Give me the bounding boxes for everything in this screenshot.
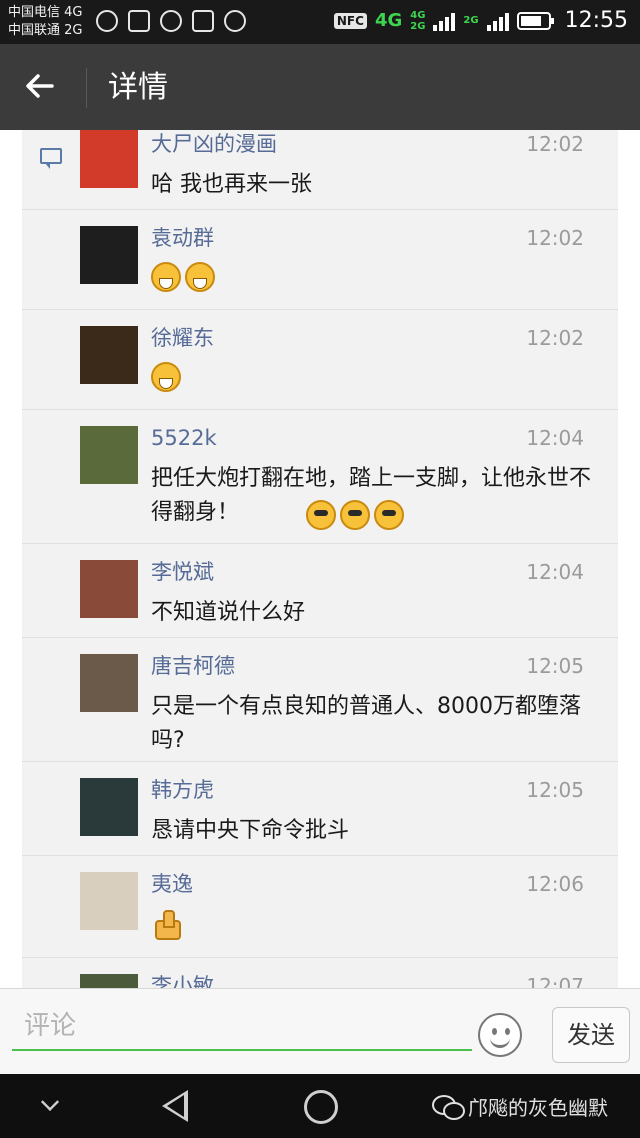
comment-text: 哈 我也再来一张 [151,172,312,197]
chevron-down-icon[interactable] [40,1092,60,1112]
comment-row[interactable]: 夷逸 12:06 [22,856,618,958]
battery-icon [516,11,554,30]
shield-icon [160,10,182,32]
status-bar: 中国电信 4G 中国联通 2G NFC 4G 4G 2G 2G 12:55 [0,0,640,44]
system-status: NFC 4G 4G 2G 2G 12:55 [333,8,628,33]
nav-back-icon[interactable] [162,1090,188,1122]
comment-text: 恳请中央下命令批斗 [151,818,350,843]
title-divider [86,68,87,108]
keyboard-icon [192,10,214,32]
comment-author[interactable]: 5522k [151,424,217,452]
navigation-bar: 邝飚的灰色幽默 [0,1074,640,1138]
avatar[interactable] [80,426,138,484]
comment-author[interactable]: 徐耀东 [151,324,214,352]
app-icon [224,10,246,32]
avatar[interactable] [80,872,138,930]
comment-time: 12:02 [526,132,584,156]
comment-time: 12:02 [526,326,584,350]
comment-author[interactable]: 韩方虎 [151,776,214,804]
title-bar: 详情 [0,44,640,130]
watermark-text: 邝飚的灰色幽默 [468,1096,608,1120]
comment-time: 12:04 [526,426,584,450]
comment-row[interactable]: 5522k 12:04 把任大炮打翻在地，踏上一支脚，让他永世不得翻身！ [22,410,618,544]
comment-time: 12:06 [526,872,584,896]
signal-icon-2 [486,11,509,31]
carrier-info: 中国电信 4G 中国联通 2G [8,4,82,40]
comment-author[interactable]: 袁动群 [151,224,214,252]
signal-icon [433,11,456,31]
comment-row[interactable]: 大尸凶的漫画 12:02 哈 我也再来一张 [22,130,618,210]
wechat-logo-icon [432,1094,465,1120]
avatar[interactable] [80,226,138,284]
comment-time: 12:05 [526,654,584,678]
avatar[interactable] [80,326,138,384]
comment-time: 12:07 [526,974,584,988]
cool-emoji-icon [340,500,370,530]
comment-row[interactable]: 李悦斌 12:04 不知道说什么好 [22,544,618,638]
grin-emoji-icon [185,262,215,292]
comment-row[interactable]: 李小敏 12:07 [22,958,618,988]
emoji-icon[interactable] [478,1013,522,1057]
carrier-2: 中国联通 2G [8,23,83,38]
emoji-group [151,262,215,292]
comment-author[interactable]: 唐吉柯德 [151,652,235,680]
comment-time: 12:04 [526,560,584,584]
comment-text: 只是一个有点良知的普通人、8000万都堕落吗? [151,694,581,753]
comment-composer: 发送 [0,988,640,1074]
comment-row[interactable]: 徐耀东 12:02 [22,310,618,410]
comment-time: 12:05 [526,778,584,802]
nav-home-icon[interactable] [304,1090,338,1124]
watermark: 邝飚的灰色幽默 [432,1092,608,1121]
comment-text: 不知道说什么好 [151,600,306,625]
comment-time: 12:02 [526,226,584,250]
dual-network-indicator: 4G 2G [410,9,426,32]
avatar[interactable] [80,778,138,836]
cool-emoji-icon [306,500,336,530]
thumbs-up-icon [151,908,181,940]
comment-author[interactable]: 大尸凶的漫画 [151,130,277,158]
nfc-icon: NFC [333,12,367,29]
comment-icon [40,148,62,169]
clock: 12:55 [564,8,628,33]
grin-emoji-icon [151,262,181,292]
comment-input[interactable] [12,1003,472,1051]
avatar[interactable] [80,974,138,988]
comment-row[interactable]: 唐吉柯德 12:05 只是一个有点良知的普通人、8000万都堕落吗? [22,638,618,762]
emoji-group [151,362,181,392]
cool-emoji-icon [374,500,404,530]
comment-author[interactable]: 夷逸 [151,870,193,898]
avatar[interactable] [80,130,138,188]
network-type-2: 2G [463,15,479,26]
comment-row[interactable]: 韩方虎 12:05 恳请中央下命令批斗 [22,762,618,856]
image-icon [128,10,150,32]
avatar[interactable] [80,560,138,618]
network-type: 4G [374,10,403,31]
page-title: 详情 [108,70,168,105]
back-arrow-icon[interactable] [22,68,62,108]
carrier-1: 中国电信 4G [8,5,83,20]
comment-author[interactable]: 李悦斌 [151,558,214,586]
avatar[interactable] [80,654,138,712]
notification-icons [96,10,246,32]
browser-icon [96,10,118,32]
grin-emoji-icon [151,362,181,392]
emoji-group [151,908,181,940]
comment-list: 大尸凶的漫画 12:02 哈 我也再来一张 袁动群 12:02 徐耀东 12:02 5522k… [22,130,618,988]
emoji-group [306,500,404,530]
send-button[interactable]: 发送 [552,1007,630,1063]
comment-row[interactable]: 袁动群 12:02 [22,210,618,310]
comment-author[interactable]: 李小敏 [151,972,214,988]
comment-list-area[interactable]: 大尸凶的漫画 12:02 哈 我也再来一张 袁动群 12:02 徐耀东 12:02 5522k… [0,130,640,988]
